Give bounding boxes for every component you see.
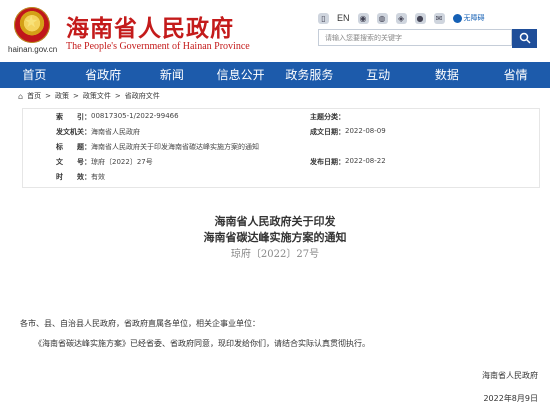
accessibility-link[interactable]: 无障碍 (452, 13, 485, 23)
national-emblem-icon: ★ (14, 7, 50, 43)
meta-row-index: 索 引： 00817305-1/2022-99466 主题分类： (23, 112, 539, 127)
meta-date-made-label: 成文日期： (310, 128, 345, 136)
meta-title-label: 标 题： (56, 143, 91, 151)
main-nav: 首页 省政府 新闻 信息公开 政务服务 互动 数据 省情 (0, 62, 550, 88)
document-number: 琼府〔2022〕27号 (230, 249, 320, 260)
home-icon: ⌂ (18, 91, 24, 101)
accessibility-icon (452, 13, 462, 23)
feedback-icon[interactable]: ✉ (433, 12, 445, 24)
breadcrumb-home[interactable]: 首页 (27, 91, 41, 101)
meta-pubdate-value: 2022-08-22 (345, 157, 386, 165)
meta-row-publisher: 发文机关： 海南省人民政府 成文日期： 2022-08-09 (23, 127, 539, 142)
nav-home[interactable]: 首页 (0, 62, 69, 88)
breadcrumb-policy-docs[interactable]: 政策文件 (83, 91, 111, 101)
nav-government[interactable]: 省政府 (69, 62, 138, 88)
document-metadata-table: 索 引： 00817305-1/2022-99466 主题分类： 发文机关： 海… (22, 108, 540, 188)
nav-services[interactable]: 政务服务 (275, 62, 344, 88)
meta-index-value: 00817305-1/2022-99466 (91, 112, 179, 120)
meta-docno-label: 文 号： (56, 158, 91, 166)
breadcrumb-separator-icon: > (45, 92, 51, 100)
breadcrumb-policy[interactable]: 政策 (55, 91, 69, 101)
site-header: ★ hainan.gov.cn 海南省人民政府 The People's Gov… (0, 0, 550, 60)
document-title-line-1: 海南省人民政府关于印发 (214, 215, 336, 228)
wechat-icon[interactable]: ◍ (376, 12, 388, 24)
document-signature: 海南省人民政府 (482, 371, 538, 380)
document-body: 《海南省碳达峰实施方案》已经省委、省政府同意，现印发给你们，请结合实际认真贯彻执… (34, 339, 370, 348)
meta-row-docno: 文 号： 琼府〔2022〕27号 发布日期： 2022-08-22 (23, 157, 539, 172)
meta-docno-value: 琼府〔2022〕27号 (91, 158, 153, 166)
meta-row-title: 标 题： 海南省人民政府关于印发海南省碳达峰实施方案的通知 (23, 142, 539, 157)
document-date: 2022年8月9日 (483, 394, 538, 403)
meta-publisher-value: 海南省人民政府 (91, 128, 140, 136)
search-button[interactable] (512, 29, 537, 48)
meta-validity-value: 有效 (91, 173, 105, 181)
weibo-icon[interactable]: ◉ (357, 12, 369, 24)
search-icon (519, 32, 531, 44)
nav-province-info[interactable]: 省情 (481, 62, 550, 88)
header-toolbar: ▯ EN ◉ ◍ ◈ ● ✉ 无障碍 (318, 11, 485, 25)
app-icon[interactable]: ◈ (395, 12, 407, 24)
meta-index-label: 索 引： (56, 113, 91, 121)
nav-data[interactable]: 数据 (413, 62, 482, 88)
nav-interaction[interactable]: 互动 (344, 62, 413, 88)
meta-title-value: 海南省人民政府关于印发海南省碳达峰实施方案的通知 (91, 143, 259, 151)
meta-date-made-value: 2022-08-09 (345, 127, 386, 135)
meta-row-validity: 时 效： 有效 (23, 172, 539, 187)
search-input[interactable]: 请输入您要搜索的关键字 (318, 29, 512, 46)
nav-info-disclosure[interactable]: 信息公开 (206, 62, 275, 88)
site-domain: hainan.gov.cn (8, 45, 58, 54)
document-title-line-2: 海南省碳达峰实施方案的通知 (203, 231, 347, 244)
meta-publisher-label: 发文机关： (56, 128, 91, 136)
site-name[interactable]: 海南省人民政府 (66, 9, 234, 43)
breadcrumb-separator-icon: > (114, 92, 121, 100)
meta-pubdate-label: 发布日期： (310, 158, 345, 166)
meta-topic-label: 主题分类： (310, 113, 345, 121)
accessibility-label: 无障碍 (463, 14, 485, 22)
meta-validity-label: 时 效： (56, 173, 91, 181)
user-icon[interactable]: ● (414, 12, 426, 24)
nav-news[interactable]: 新闻 (138, 62, 207, 88)
site-name-english: The People's Government of Hainan Provin… (66, 41, 250, 52)
breadcrumb: ⌂ 首页 > 政策 > 政策文件 > 省政府文件 (18, 91, 160, 101)
english-link[interactable]: EN (337, 13, 350, 23)
breadcrumb-province-docs[interactable]: 省政府文件 (125, 91, 160, 101)
mobile-icon[interactable]: ▯ (318, 12, 329, 24)
document-addressee: 各市、县、自治县人民政府，省政府直属各单位，相关企事业单位： (20, 319, 260, 328)
breadcrumb-separator-icon: > (72, 92, 79, 100)
